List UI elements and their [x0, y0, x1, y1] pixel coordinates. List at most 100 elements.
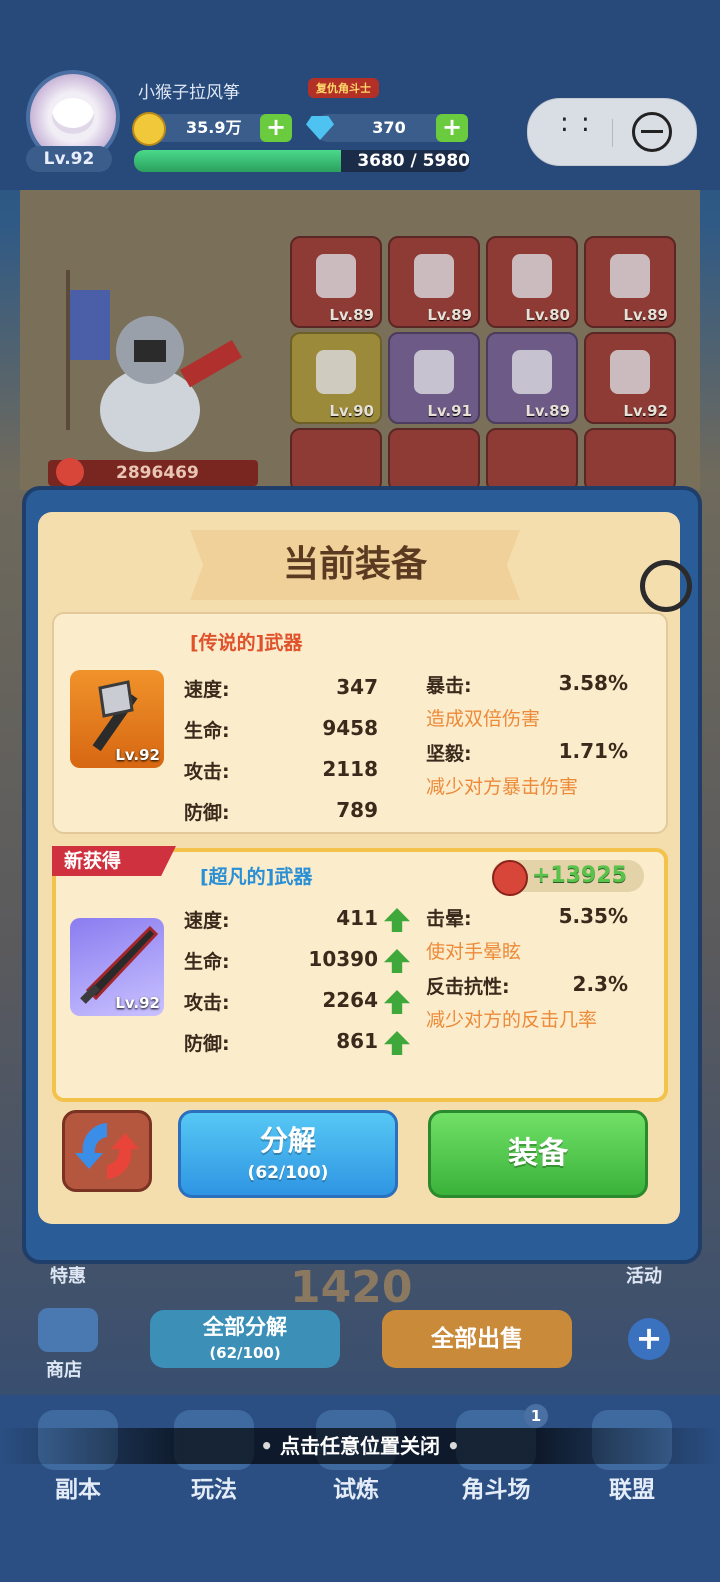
dialog-title: 当前装备	[282, 544, 427, 585]
decompose-label: 分解	[259, 1124, 316, 1157]
special-description: 造成双倍伤害	[426, 708, 541, 730]
minimize-icon[interactable]	[632, 112, 672, 152]
stat-value: 411	[336, 906, 378, 930]
more-icon[interactable]: : :	[560, 110, 592, 136]
gem-amount: 370	[372, 118, 406, 137]
necklace-icon	[316, 350, 356, 394]
equip-label: 装备	[508, 1136, 568, 1171]
nav-item-label[interactable]: 角斗场	[436, 1470, 556, 1504]
decompose-button[interactable]: 分解 (62/100)	[178, 1110, 398, 1198]
new-rarity: [超凡的]武器	[200, 866, 313, 888]
decompose-count: (62/100)	[247, 1163, 329, 1183]
decompose-all-label: 全部分解	[203, 1315, 287, 1339]
special-label: 坚毅:	[426, 743, 472, 765]
equipment-slot-level: Lv.89	[427, 306, 472, 324]
axe-icon	[610, 350, 650, 394]
stat-value: 9458	[322, 716, 378, 740]
equipment-slot-level: Lv.89	[623, 306, 668, 324]
special-value: 2.3%	[572, 972, 628, 996]
equip-button[interactable]: 装备	[428, 1110, 648, 1198]
armor-icon	[414, 254, 454, 298]
xp-text: 3680 / 5980	[357, 151, 470, 171]
avatar-face-icon	[52, 98, 94, 134]
equipment-slot-level: Lv.91	[427, 402, 472, 420]
special-label: 反击抗性:	[426, 976, 510, 998]
swap-button[interactable]	[62, 1110, 152, 1192]
binder-ring-icon	[640, 560, 692, 612]
add-icon[interactable]: +	[628, 1318, 670, 1360]
nav-item-label[interactable]: 副本	[18, 1470, 138, 1504]
title-badge: 复仇角斗士	[308, 78, 379, 98]
pants-icon	[512, 254, 552, 298]
power-gain: +13925	[492, 860, 644, 896]
stat-label: 速度:	[184, 910, 230, 932]
new-item-tag: 新获得	[52, 846, 176, 876]
stat-label: 防御:	[184, 1033, 230, 1055]
equipment-slot[interactable]: Lv.90	[290, 332, 382, 424]
equipment-slot[interactable]: Lv.91	[388, 332, 480, 424]
shop-label[interactable]: 商店	[46, 1356, 82, 1382]
special-value: 5.35%	[558, 904, 628, 928]
new-item-level: Lv.92	[115, 994, 160, 1012]
equipment-slot[interactable]	[290, 428, 382, 492]
equipment-slot-level: Lv.80	[525, 306, 570, 324]
equipment-slot[interactable]: Lv.89	[486, 332, 578, 424]
stat-value: 789	[336, 798, 378, 822]
equipment-slot[interactable]: Lv.89	[584, 236, 676, 328]
add-coins-button[interactable]: +	[260, 114, 292, 142]
stat-label: 生命:	[184, 951, 230, 973]
shop-icon[interactable]	[38, 1308, 98, 1352]
stat-value: 10390	[308, 947, 378, 971]
special-label: 暴击:	[426, 675, 472, 697]
equipment-slot-level: Lv.89	[329, 306, 374, 324]
arena-notification-badge: 1	[524, 1404, 548, 1428]
hint-dot-left: •	[260, 1434, 274, 1458]
background-number: 1420	[290, 1262, 413, 1313]
equipment-slot[interactable]: Lv.80	[486, 236, 578, 328]
close-hint[interactable]: • 点击任意位置关闭 •	[0, 1428, 720, 1464]
current-item-level: Lv.92	[115, 746, 160, 764]
nav-item-label[interactable]: 玩法	[154, 1470, 274, 1504]
stat-label: 攻击:	[184, 761, 230, 783]
current-weapon-slot[interactable]: Lv.92	[70, 670, 164, 768]
special-description: 使对手晕眩	[426, 941, 522, 963]
helmet-icon	[316, 254, 356, 298]
player-level: Lv.92	[26, 146, 112, 172]
coin-icon	[132, 112, 166, 146]
bracelet-icon	[414, 350, 454, 394]
hint-dot-right: •	[446, 1434, 460, 1458]
decompose-all-button[interactable]: 全部分解 (62/100)	[150, 1310, 340, 1368]
capsule-divider	[612, 119, 613, 147]
new-weapon-slot[interactable]: Lv.92	[70, 918, 164, 1016]
equipment-slot[interactable]	[388, 428, 480, 492]
current-rarity: [传说的]武器	[190, 632, 303, 654]
special-value: 1.71%	[558, 739, 628, 763]
power-icon	[56, 458, 84, 486]
equipment-slot[interactable]: Lv.92	[584, 332, 676, 424]
swap-arrows-icon	[75, 1123, 139, 1179]
equipment-slot[interactable]: Lv.89	[290, 236, 382, 328]
equipment-slot-level: Lv.90	[329, 402, 374, 420]
add-gems-button[interactable]: +	[436, 114, 468, 142]
stat-value: 2118	[322, 757, 378, 781]
power-gain-icon	[492, 860, 528, 896]
special-label: 击晕:	[426, 908, 472, 930]
stat-label: 生命:	[184, 720, 230, 742]
equipment-slot-level: Lv.89	[525, 402, 570, 420]
nav-item-label[interactable]: 联盟	[572, 1470, 692, 1504]
equipment-slot[interactable]: Lv.89	[388, 236, 480, 328]
nav-item-label[interactable]: 试炼	[296, 1470, 416, 1504]
stat-label: 防御:	[184, 802, 230, 824]
deals-label[interactable]: 特惠	[50, 1262, 86, 1288]
events-label[interactable]: 活动	[626, 1262, 662, 1288]
special-value: 3.58%	[558, 671, 628, 695]
knight-character	[50, 260, 250, 460]
sell-all-button[interactable]: 全部出售	[382, 1310, 572, 1368]
mini-program-capsule: : :	[527, 98, 697, 166]
player-name: 小猴子拉风筝	[138, 83, 240, 103]
close-hint-text: 点击任意位置关闭	[280, 1434, 440, 1458]
equipment-slot[interactable]	[486, 428, 578, 492]
equipment-slot[interactable]	[584, 428, 676, 492]
combat-power-value: 2896469	[116, 463, 199, 483]
boots-icon	[512, 350, 552, 394]
